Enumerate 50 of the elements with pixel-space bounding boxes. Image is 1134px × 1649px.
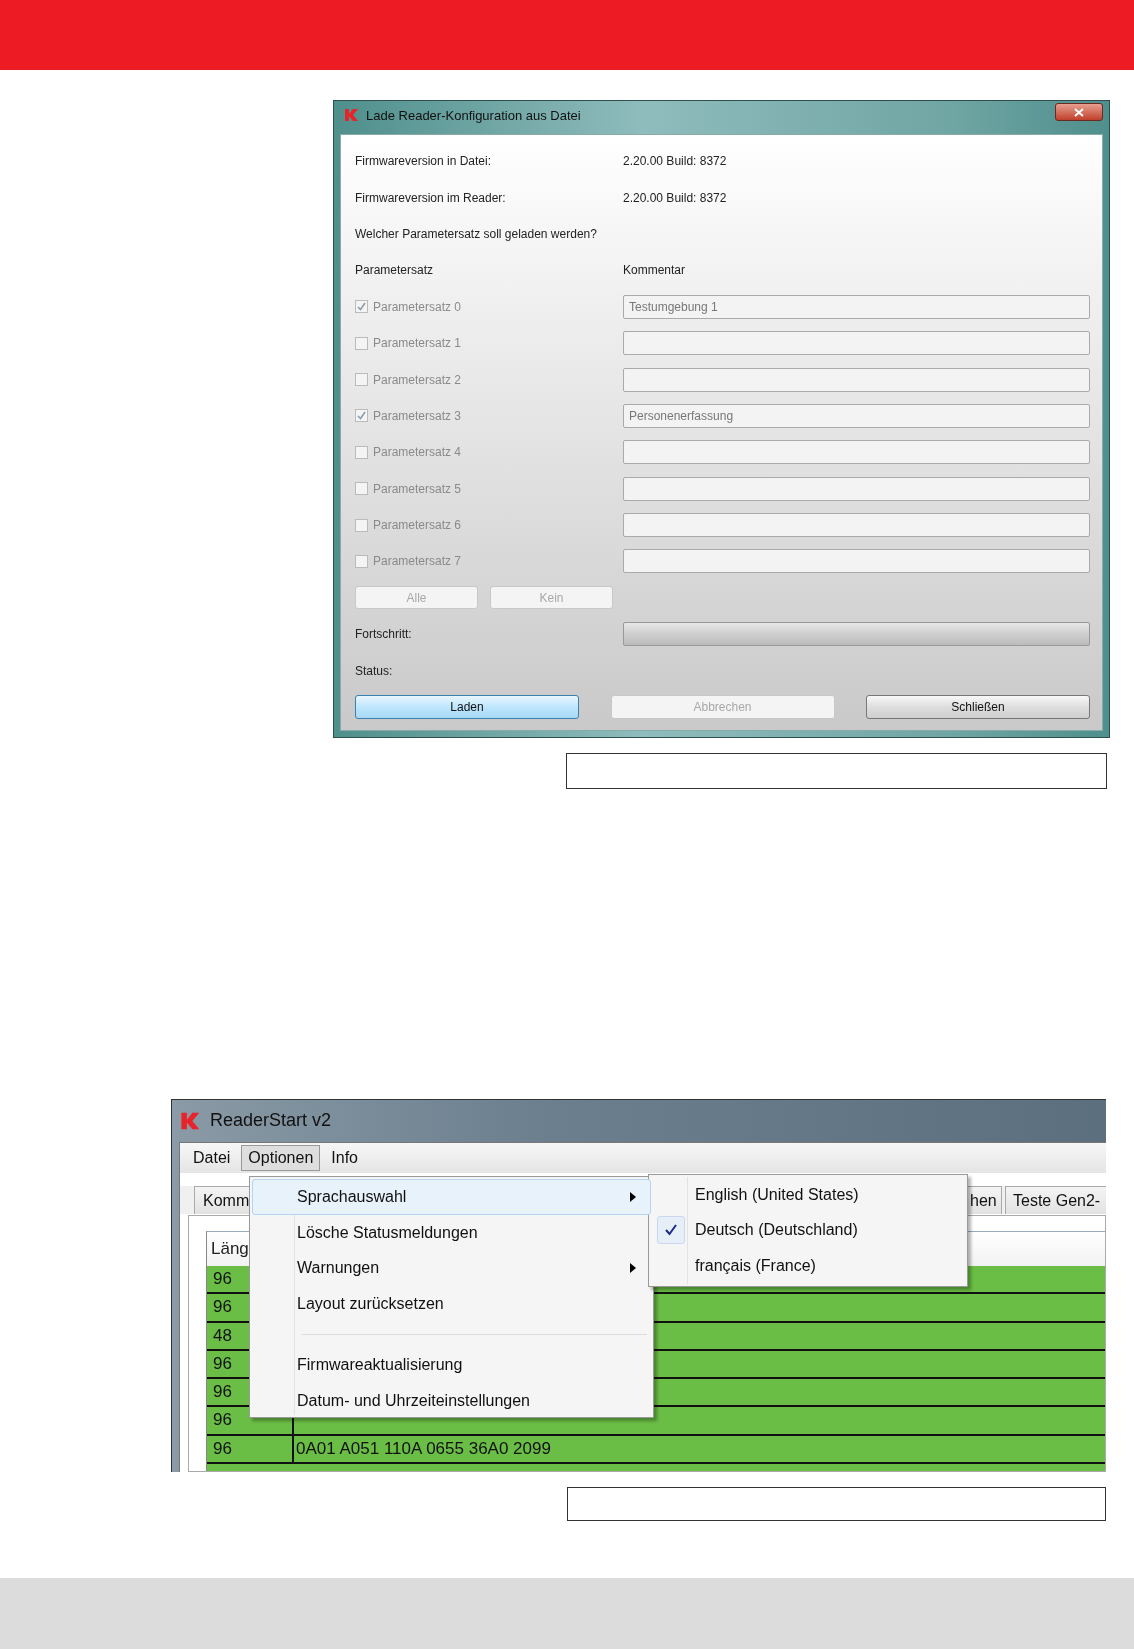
menu-item[interactable]: Sprachauswahl — [252, 1179, 651, 1215]
window-title: Lade Reader-Konfiguration aus Datei — [366, 107, 581, 123]
menu-item[interactable]: Datum- und Uhrzeiteinstellungen — [252, 1383, 651, 1419]
table-cell: 96 — [213, 1410, 232, 1430]
checkbox-label: Parametersatz 7 — [373, 554, 462, 569]
close-icon — [1074, 107, 1084, 117]
column-header: Parametersatz — [355, 263, 435, 278]
field-label: Status: — [355, 663, 394, 678]
table-cell: 48 — [213, 1325, 232, 1345]
checkbox-label: Parametersatz 2 — [373, 372, 462, 387]
dialog-button[interactable]: Schließen — [866, 695, 1090, 720]
check-icon — [657, 1216, 685, 1245]
logo-icon — [344, 107, 360, 123]
column-header: Läng — [211, 1239, 249, 1259]
tab[interactable]: Teste Gen2- — [1005, 1186, 1106, 1214]
close-button[interactable] — [1055, 103, 1103, 121]
checkbox-label: Parametersatz 1 — [373, 336, 462, 351]
table-cell: 0A01 A051 110A 0655 36A0 2099 — [296, 1438, 551, 1458]
menu-item[interactable]: English (United States) — [651, 1177, 965, 1213]
dialog-button[interactable]: Laden — [355, 695, 579, 720]
field-value: 2.20.00 Build: 8372 — [623, 154, 727, 169]
field-label: Fortschritt: — [355, 627, 413, 642]
window-title: ReaderStart v2 — [210, 1110, 332, 1131]
tab[interactable]: hen — [968, 1186, 1002, 1214]
table-cell: 96 — [213, 1297, 232, 1317]
table-cell: 96 — [213, 1269, 232, 1288]
field-value: 2.20.00 Build: 8372 — [623, 190, 727, 205]
submenu-arrow-icon — [630, 1263, 636, 1274]
menu-item[interactable]: Layout zurücksetzen — [252, 1286, 651, 1323]
menu-item[interactable]: Firmwareaktualisierung — [252, 1347, 651, 1383]
checkbox-label: Parametersatz 0 — [373, 299, 462, 314]
question-text: Welcher Parametersatz soll geladen werden? — [355, 226, 597, 241]
checkbox-label: Parametersatz 5 — [373, 481, 462, 496]
submenu-arrow-icon — [630, 1191, 636, 1202]
table-cell: 96 — [213, 1382, 232, 1402]
field-label: Firmwareversion im Reader: — [355, 190, 507, 205]
menu-item[interactable]: Lösche Statusmeldungen — [252, 1214, 651, 1251]
table-cell: 96 — [213, 1438, 232, 1458]
table-cell: 96 — [213, 1353, 232, 1373]
checkbox-label: Parametersatz 6 — [373, 518, 462, 533]
field-label: Firmwareversion in Datei: — [355, 154, 493, 169]
menu-item[interactable]: Deutsch (Deutschland) — [651, 1212, 965, 1248]
checkbox-label: Parametersatz 3 — [373, 408, 462, 423]
column-header: Kommentar — [623, 263, 686, 278]
menu-item[interactable]: français (France) — [651, 1248, 965, 1284]
menu-item[interactable]: Datei — [186, 1145, 238, 1171]
menu-item[interactable]: Info — [324, 1145, 365, 1171]
menu-item[interactable]: Warnungen — [252, 1250, 651, 1287]
checkbox-label: Parametersatz 4 — [373, 445, 462, 460]
menu-item[interactable]: Optionen — [241, 1145, 321, 1171]
